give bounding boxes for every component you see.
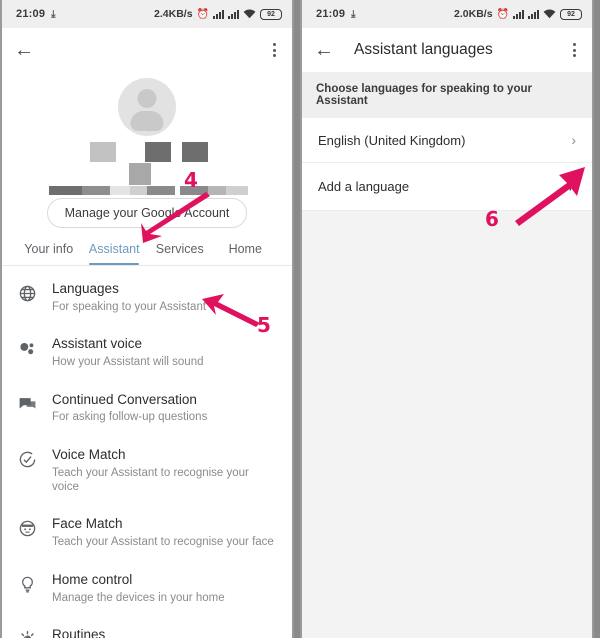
settings-row-text: Home control Manage the devices in your … [52,572,225,605]
download-icon: ⤓ [51,8,56,20]
empty-list-area [302,211,592,638]
chat-bubbles-icon [18,392,52,419]
app-bar: ← Assistant languages [302,28,592,72]
network-speed: 2.4KB/s [154,8,193,20]
status-time: 21:09 [16,8,46,20]
tab-bar: Your info Assistant Services Home [2,242,292,265]
settings-row-continued-conversation[interactable]: Continued Conversation For asking follow… [2,381,292,436]
row-subtitle: Teach your Assistant to recognise your f… [52,536,274,549]
row-subtitle: Teach your Assistant to recognise your v… [52,466,249,493]
routines-icon [18,627,52,638]
alarm-icon: ⏰ [496,8,509,20]
row-subtitle: Manage the devices in your home [52,591,225,604]
settings-row-voice-match[interactable]: Voice Match Teach your Assistant to reco… [2,436,292,506]
check-circle-icon [18,447,52,474]
settings-row-routines[interactable]: Routines Multiple actions with one comma… [2,616,292,638]
overflow-menu-icon[interactable] [569,39,580,61]
chevron-right-icon: › [571,132,576,148]
settings-row-assistant-voice[interactable]: Assistant voice How your Assistant will … [2,325,292,380]
status-right-cluster: 2.0KB/s ⏰ 92 [454,8,582,20]
settings-row-text: Voice Match Teach your Assistant to reco… [52,447,278,495]
annotation-arrow-5 [202,294,260,327]
back-arrow-icon[interactable]: ← [14,40,44,60]
redacted-account-info [2,140,292,196]
row-subtitle: How your Assistant will sound [52,356,204,369]
dual-screenshot-container: 21:09 ⤓ 2.4KB/s ⏰ 92 ← Manage your Googl… [0,0,600,638]
battery-indicator: 92 [560,8,582,20]
globe-icon [18,281,52,308]
language-row-english-uk[interactable]: English (United Kingdom) › [302,118,592,163]
voice-dots-icon [18,336,52,363]
tab-label: Your info [24,242,74,256]
settings-row-home-control[interactable]: Home control Manage the devices in your … [2,561,292,616]
settings-row-face-match[interactable]: Face Match Teach your Assistant to recog… [2,505,292,560]
face-icon [18,516,52,543]
overflow-menu-icon[interactable] [269,39,280,61]
wifi-icon [243,9,256,19]
row-title: Voice Match [52,446,126,462]
tab-home[interactable]: Home [213,242,279,265]
row-title: Assistant voice [52,336,143,352]
tab-assistant[interactable]: Assistant [82,242,148,265]
settings-row-text: Routines Multiple actions with one comma… [52,627,231,638]
row-title: Face Match [52,516,123,532]
avatar-head [137,89,157,108]
settings-row-text: Languages For speaking to your Assistant [52,281,206,314]
left-phone-screen: 21:09 ⤓ 2.4KB/s ⏰ 92 ← Manage your Googl… [0,0,294,638]
alarm-icon: ⏰ [196,8,209,20]
annotation-marker-4: 4 [184,168,198,192]
row-title: Home control [52,571,133,587]
avatar-body [130,111,164,131]
right-phone-screen: 21:09 ⤓ 2.0KB/s ⏰ 92 ← Assistant languag… [300,0,594,638]
annotation-arrow-6 [515,167,585,226]
status-time: 21:09 [316,8,346,20]
settings-row-text: Continued Conversation For asking follow… [52,392,207,425]
signal-bars-icon-2 [228,9,239,19]
section-subheader: Choose languages for speaking to your As… [302,72,592,118]
row-subtitle: For speaking to your Assistant [52,300,207,313]
tab-label: Home [228,242,262,256]
add-language-label: Add a language [318,179,410,194]
page-title: Assistant languages [354,41,493,58]
signal-bars-icon-2 [528,9,539,19]
signal-bars-icon [213,9,224,19]
settings-row-text: Face Match Teach your Assistant to recog… [52,516,274,549]
tab-services[interactable]: Services [147,242,213,265]
network-speed: 2.0KB/s [454,8,493,20]
annotation-arrow-4 [141,192,210,243]
annotation-marker-6: 6 [485,207,499,231]
download-icon: ⤓ [351,8,356,20]
battery-indicator: 92 [260,8,282,20]
status-bar: 21:09 ⤓ 2.4KB/s ⏰ 92 [2,0,292,28]
row-subtitle: For asking follow-up questions [52,411,208,424]
row-title: Continued Conversation [52,391,197,407]
app-bar: ← [2,28,292,72]
lightbulb-icon [18,572,52,599]
back-arrow-icon[interactable]: ← [314,40,344,60]
annotation-marker-5: 5 [257,313,271,337]
settings-row-text: Assistant voice How your Assistant will … [52,336,203,369]
avatar[interactable] [118,78,176,136]
row-title: Routines [52,626,106,638]
language-label: English (United Kingdom) [318,132,466,148]
tab-your-info[interactable]: Your info [16,242,82,265]
row-title: Languages [52,281,119,296]
wifi-icon [543,9,556,19]
languages-panel: ← Assistant languages Choose languages f… [302,28,592,638]
status-right-cluster: 2.4KB/s ⏰ 92 [154,8,282,20]
status-bar: 21:09 ⤓ 2.0KB/s ⏰ 92 [302,0,592,28]
signal-bars-icon [513,9,524,19]
